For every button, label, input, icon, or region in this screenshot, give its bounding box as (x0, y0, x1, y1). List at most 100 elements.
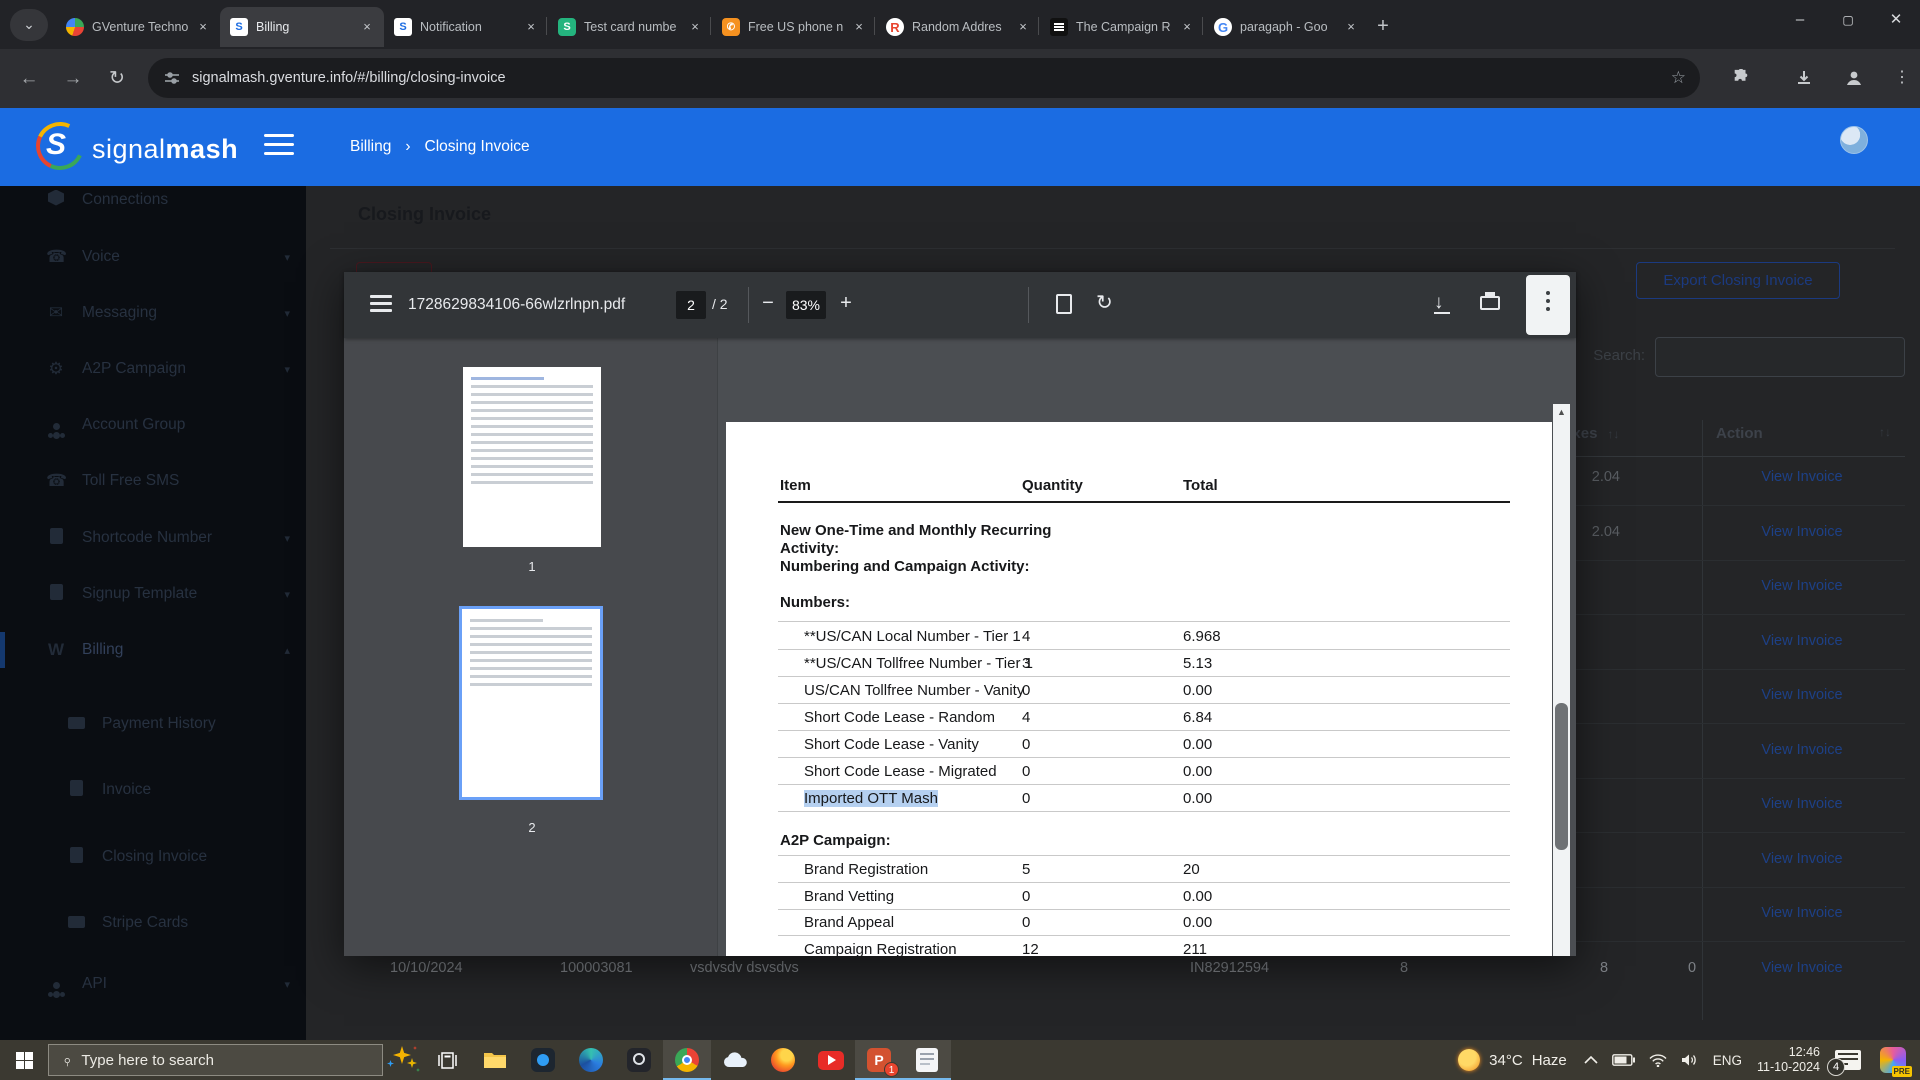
forward-icon[interactable]: → (56, 62, 90, 96)
firefox-icon[interactable] (759, 1040, 807, 1080)
tab-random-addres[interactable]: RRandom Addres× (876, 7, 1040, 47)
tab-close-icon[interactable]: × (194, 18, 212, 36)
copilot-taskbar-icon[interactable]: PRE (1873, 1040, 1920, 1080)
fit-to-page-icon[interactable] (1056, 294, 1072, 314)
volume-icon[interactable] (1674, 1040, 1706, 1080)
sidebar-item-invoice[interactable]: Invoice (0, 768, 306, 812)
camera-app-icon[interactable] (615, 1040, 663, 1080)
export-closing-invoice-button[interactable]: Export Closing Invoice (1636, 262, 1840, 299)
reload-icon[interactable]: ↻ (100, 62, 134, 96)
sidebar-item-toll-free-sms[interactable]: ☎Toll Free SMS (0, 459, 306, 503)
sidebar-toggle-hamburger-icon[interactable] (264, 134, 294, 161)
pdf-zoom-level[interactable]: 83% (786, 291, 826, 319)
notes-app-icon[interactable] (903, 1040, 951, 1080)
view-invoice-link[interactable]: View Invoice (1702, 633, 1902, 649)
notification-center-icon[interactable]: 4 (1828, 1040, 1873, 1080)
minimize-button[interactable]: – (1776, 0, 1824, 40)
dev-app-icon[interactable] (519, 1040, 567, 1080)
start-button[interactable] (0, 1040, 48, 1080)
sidebar-item-payment-history[interactable]: Payment History (0, 702, 306, 746)
search-input[interactable] (1655, 337, 1905, 377)
view-invoice-link[interactable]: View Invoice (1702, 960, 1902, 976)
breadcrumb-parent[interactable]: Billing (350, 138, 391, 156)
scroll-up-arrow-icon[interactable]: ▲ (1553, 404, 1570, 421)
sidebar-item-api[interactable]: API▾ (0, 962, 306, 1006)
sidebar-item-billing[interactable]: WBilling▴ (0, 628, 306, 672)
close-button[interactable]: ✕ (1872, 0, 1920, 40)
tab-close-icon[interactable]: × (850, 18, 868, 36)
rotate-icon[interactable]: ↻ (1096, 290, 1113, 315)
tab-close-icon[interactable]: × (1014, 18, 1032, 36)
tray-expand-chevron-icon[interactable] (1577, 1040, 1605, 1080)
user-avatar[interactable] (1840, 126, 1868, 154)
pdf-download-icon[interactable]: ↓ (1434, 292, 1450, 314)
sort-icon[interactable]: ↑↓ (1879, 425, 1891, 439)
edge-icon[interactable] (567, 1040, 615, 1080)
pdf-menu-hamburger-icon[interactable] (370, 295, 392, 316)
youtube-icon[interactable] (807, 1040, 855, 1080)
view-invoice-link[interactable]: View Invoice (1702, 742, 1902, 758)
pdf-thumbnail-page-2[interactable] (459, 606, 603, 800)
tab-the-campaign-r[interactable]: The Campaign R× (1040, 7, 1204, 47)
view-invoice-link[interactable]: View Invoice (1702, 687, 1902, 703)
tab-close-icon[interactable]: × (1342, 18, 1360, 36)
sidebar-item-stripe-cards[interactable]: Stripe Cards (0, 901, 306, 945)
pdf-scrollbar[interactable]: ▲ ▼ (1553, 404, 1570, 956)
taskbar-clock[interactable]: 12:46 11-10-2024 (1749, 1045, 1828, 1075)
zoom-in-icon[interactable]: + (834, 292, 858, 315)
sidebar-item-shortcode-number[interactable]: Shortcode Number▾ (0, 516, 306, 560)
sidebar-item-account-group[interactable]: Account Group (0, 403, 306, 447)
zoom-out-icon[interactable]: − (756, 292, 780, 315)
pdf-page-input[interactable]: 2 (676, 291, 706, 319)
browser-menu-kebab-icon[interactable]: ⋮ (1886, 62, 1918, 94)
sort-icon[interactable]: ↑↓ (1607, 427, 1619, 441)
copilot-sparkle-icon[interactable] (383, 1040, 423, 1080)
tab-close-icon[interactable]: × (358, 18, 376, 36)
column-header-action[interactable]: Action↑↓ (1716, 425, 1891, 442)
tab-test-card-numbe[interactable]: STest card numbe× (548, 7, 712, 47)
file-explorer-icon[interactable] (471, 1040, 519, 1080)
back-icon[interactable]: ← (12, 62, 46, 96)
tab-close-icon[interactable]: × (686, 18, 704, 36)
sidebar-item-closing-invoice[interactable]: Closing Invoice (0, 835, 306, 879)
wifi-icon[interactable] (1642, 1040, 1674, 1080)
url-text[interactable]: signalmash.gventure.info/#/billing/closi… (192, 70, 1671, 86)
view-invoice-link[interactable]: View Invoice (1702, 851, 1902, 867)
chrome-icon[interactable] (663, 1040, 711, 1080)
pdf-print-icon[interactable] (1480, 296, 1500, 310)
powerpoint-icon[interactable]: P1 (855, 1040, 903, 1080)
extensions-icon[interactable] (1725, 62, 1757, 94)
address-bar[interactable]: signalmash.gventure.info/#/billing/closi… (148, 58, 1700, 98)
pdf-thumbnail-page-1[interactable] (463, 367, 601, 547)
sidebar-item-voice[interactable]: ☎Voice▾ (0, 235, 306, 279)
language-indicator[interactable]: ENG (1706, 1040, 1749, 1080)
sidebar-item-signup-template[interactable]: Signup Template▾ (0, 572, 306, 616)
tab-gventure-techno[interactable]: GVenture Techno× (56, 7, 220, 47)
task-view-button[interactable] (423, 1040, 471, 1080)
sidebar-item-a2p-campaign[interactable]: ⚙A2P Campaign▾ (0, 347, 306, 391)
tab-search-button[interactable]: ⌄ (10, 9, 48, 41)
sidebar-item-messaging[interactable]: ✉Messaging▾ (0, 291, 306, 335)
site-settings-icon[interactable] (164, 70, 180, 86)
pdf-more-options-kebab-icon[interactable] (1526, 275, 1570, 335)
tab-free-us-phone-n[interactable]: ✆Free US phone n× (712, 7, 876, 47)
taskbar-search-box[interactable]: ⌕ Type here to search (48, 1044, 383, 1076)
downloads-icon[interactable] (1788, 62, 1820, 94)
bookmark-star-icon[interactable]: ☆ (1671, 68, 1686, 88)
tab-paragaph-goo[interactable]: Gparagaph - Goo× (1204, 7, 1368, 47)
view-invoice-link[interactable]: View Invoice (1702, 905, 1902, 921)
onedrive-icon[interactable] (711, 1040, 759, 1080)
weather-widget[interactable]: 34°C Haze (1448, 1049, 1577, 1071)
view-invoice-link[interactable]: View Invoice (1702, 524, 1902, 540)
view-invoice-link[interactable]: View Invoice (1702, 578, 1902, 594)
profile-icon[interactable] (1838, 62, 1870, 94)
view-invoice-link[interactable]: View Invoice (1702, 469, 1902, 485)
sidebar-item-connections[interactable]: Connections (0, 178, 306, 222)
pdf-scrollbar-thumb[interactable] (1555, 703, 1568, 850)
tab-close-icon[interactable]: × (1178, 18, 1196, 36)
maximize-button[interactable]: ▢ (1824, 0, 1872, 40)
tab-close-icon[interactable]: × (522, 18, 540, 36)
view-invoice-link[interactable]: View Invoice (1702, 796, 1902, 812)
new-tab-button[interactable]: + (1368, 12, 1398, 42)
tab-notification[interactable]: SNotification× (384, 7, 548, 47)
